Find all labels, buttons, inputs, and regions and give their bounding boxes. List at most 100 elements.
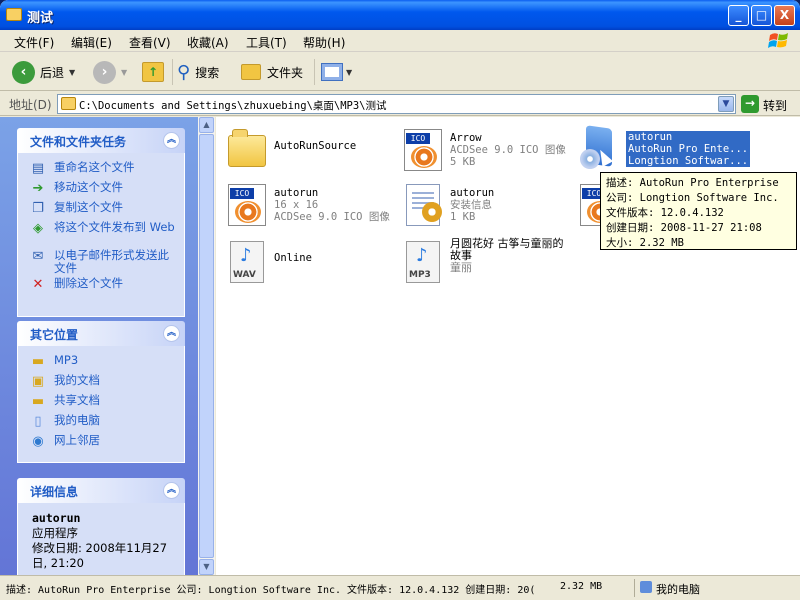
address-bar: 地址(D) C:\Documents and Settings\zhuxuebi… xyxy=(0,92,800,116)
address-input[interactable]: C:\Documents and Settings\zhuxuebing\桌面\… xyxy=(57,94,736,114)
file-item[interactable]: AutoRunSource xyxy=(220,122,390,174)
forward-button[interactable]: › ▼ xyxy=(93,59,127,85)
place-shared-documents[interactable]: ▬ 共享文档 xyxy=(18,392,184,412)
search-button[interactable]: ⚲ 搜索 xyxy=(177,59,219,85)
file-label: autorun 安装信息 1 KB xyxy=(450,187,494,223)
details-panel: 详细信息 ︽ autorun 应用程序 修改日期: 2008年11月27日, 2… xyxy=(17,478,185,575)
menu-favorites[interactable]: 收藏(A) xyxy=(187,34,229,51)
minimize-button[interactable]: _ xyxy=(728,5,749,26)
detail-type: 应用程序 xyxy=(32,526,78,540)
rename-icon: ▤ xyxy=(31,161,45,176)
place-network[interactable]: ◉ 网上邻居 xyxy=(18,432,184,452)
panel-title: 文件和文件夹任务 xyxy=(30,135,127,149)
back-button[interactable]: ‹ 后退 ▼ xyxy=(12,59,75,85)
toolbar-separator xyxy=(314,59,315,85)
folder-icon xyxy=(226,127,268,171)
go-arrow-icon[interactable]: → xyxy=(741,95,759,113)
views-icon xyxy=(321,63,343,81)
file-name: AutoRunSource xyxy=(274,140,357,152)
file-name: autorun xyxy=(628,131,673,143)
tooltip-version: 文件版本: 12.0.4.132 xyxy=(606,207,724,219)
task-publish[interactable]: ◈ 将这个文件发布到 Web xyxy=(18,219,184,247)
task-rename[interactable]: ▤ 重命名这个文件 xyxy=(18,159,184,179)
place-mp3[interactable]: ▬ MP3 xyxy=(18,352,184,372)
scroll-thumb[interactable] xyxy=(199,134,214,558)
task-label: 以电子邮件形式发送此文件 xyxy=(54,248,169,275)
file-info-tooltip: 描述: AutoRun Pro Enterprise 公司: Longtion … xyxy=(600,172,797,250)
file-label: autorun AutoRun Pro Ente... Longtion Sof… xyxy=(624,130,752,168)
tooltip-company: 公司: Longtion Software Inc. xyxy=(606,192,779,204)
panel-body: ▬ MP3 ▣ 我的文档 ▬ 共享文档 ▯ 我的电脑 ◉ 网上邻居 xyxy=(17,346,185,463)
task-delete[interactable]: ✕ 删除这个文件 xyxy=(18,275,184,295)
menu-tools[interactable]: 工具(T) xyxy=(246,34,287,51)
file-label: autorun 16 x 16 ACDSee 9.0 ICO 图像 xyxy=(274,187,390,223)
file-size: 5 KB xyxy=(450,156,476,168)
file-label: 月圆花好 古筝与童丽的故事 童丽 xyxy=(450,238,570,274)
file-type: 安装信息 xyxy=(450,199,492,211)
file-name: 月圆花好 古筝与童丽的故事 xyxy=(450,237,564,262)
file-type: ACDSee 9.0 ICO 图像 xyxy=(450,144,566,156)
panel-header[interactable]: 详细信息 ︽ xyxy=(17,478,185,503)
place-label: 我的文档 xyxy=(54,373,100,387)
panel-title: 详细信息 xyxy=(30,485,79,499)
folders-icon xyxy=(241,64,261,80)
scroll-up-icon[interactable]: ▲ xyxy=(199,117,214,133)
task-move[interactable]: ➔ 移动这个文件 xyxy=(18,179,184,199)
menu-file[interactable]: 文件(F) xyxy=(14,34,54,51)
folder-icon xyxy=(61,97,76,110)
search-label: 搜索 xyxy=(195,65,220,80)
chevron-down-icon: ▼ xyxy=(346,67,353,77)
ico-file-icon: ICO xyxy=(402,127,444,171)
setup-info-icon xyxy=(402,182,444,226)
mp3-file-icon: ♪ MP3 xyxy=(402,239,444,283)
detail-modified: 修改日期: 2008年11月27日, 21:20 xyxy=(32,541,168,570)
menu-help[interactable]: 帮助(H) xyxy=(303,34,345,51)
task-label: 重命名这个文件 xyxy=(54,160,135,174)
file-item[interactable]: autorun 安装信息 1 KB xyxy=(396,177,571,229)
up-folder-button[interactable]: ↑ xyxy=(142,59,164,85)
task-email[interactable]: ✉ 以电子邮件形式发送此文件 xyxy=(18,247,184,275)
file-item[interactable]: ♪ WAV Online xyxy=(220,234,395,286)
status-bar: 描述: AutoRun Pro Enterprise 公司: Longtion … xyxy=(0,575,800,600)
file-name: Online xyxy=(274,252,312,264)
file-item[interactable]: ICO Arrow ACDSee 9.0 ICO 图像 5 KB xyxy=(396,122,571,174)
file-artist: 童丽 xyxy=(450,261,472,274)
file-item-selected[interactable]: autorun AutoRun Pro Ente... Longtion Sof… xyxy=(572,122,752,174)
collapse-chevron-icon[interactable]: ︽ xyxy=(163,132,180,149)
panel-header[interactable]: 其它位置 ︽ xyxy=(17,321,185,346)
close-button[interactable]: X xyxy=(774,5,795,26)
publish-web-icon: ◈ xyxy=(33,221,43,236)
toolbar-separator xyxy=(172,59,173,85)
move-icon: ➔ xyxy=(32,181,44,196)
up-folder-icon: ↑ xyxy=(142,62,164,82)
menu-bar: 文件(F) 编辑(E) 查看(V) 收藏(A) 工具(T) 帮助(H) xyxy=(0,30,800,52)
file-size: 1 KB xyxy=(450,211,476,223)
file-item[interactable]: ICO autorun 16 x 16 ACDSee 9.0 ICO 图像 xyxy=(220,177,395,229)
collapse-chevron-icon[interactable]: ︽ xyxy=(163,325,180,342)
computer-icon: ▯ xyxy=(34,414,42,429)
file-item-obscured[interactable]: ICO xyxy=(572,177,618,229)
folders-button[interactable]: 文件夹 xyxy=(241,59,303,85)
menu-edit[interactable]: 编辑(E) xyxy=(71,34,112,51)
delete-icon: ✕ xyxy=(32,277,44,292)
file-item[interactable]: ♪ MP3 月圆花好 古筝与童丽的故事 童丽 xyxy=(396,234,576,286)
place-my-documents[interactable]: ▣ 我的文档 xyxy=(18,372,184,392)
panel-body: autorun 应用程序 修改日期: 2008年11月27日, 21:20 xyxy=(17,503,185,575)
title-bar[interactable]: 测试 _ □ X xyxy=(0,0,800,30)
maximize-button[interactable]: □ xyxy=(751,5,772,26)
views-button[interactable]: ▼ xyxy=(321,59,352,85)
place-my-computer[interactable]: ▯ 我的电脑 xyxy=(18,412,184,432)
copy-icon: ❐ xyxy=(32,201,44,216)
file-name: autorun xyxy=(274,187,319,199)
go-button[interactable]: 转到 xyxy=(763,97,787,114)
task-pane-scrollbar[interactable]: ▲ ▼ xyxy=(198,117,215,575)
task-copy[interactable]: ❐ 复制这个文件 xyxy=(18,199,184,219)
task-label: 将这个文件发布到 Web xyxy=(54,220,175,234)
windows-logo-icon xyxy=(768,33,788,48)
scroll-down-icon[interactable]: ▼ xyxy=(199,559,214,575)
menu-view[interactable]: 查看(V) xyxy=(129,34,171,51)
tooltip-description: 描述: AutoRun Pro Enterprise xyxy=(606,177,779,189)
panel-header[interactable]: 文件和文件夹任务 ︽ xyxy=(17,128,185,153)
chevron-down-icon[interactable]: ▼ xyxy=(718,96,734,112)
collapse-chevron-icon[interactable]: ︽ xyxy=(163,482,180,499)
